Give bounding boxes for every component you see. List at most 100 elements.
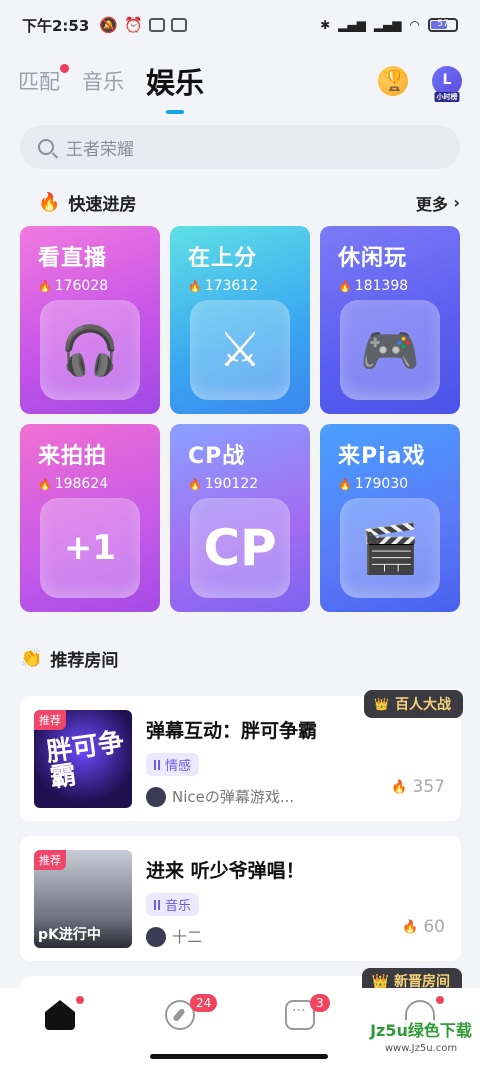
room-card-count-value: 179030 xyxy=(354,476,409,492)
search-input[interactable]: 王者荣耀 xyxy=(20,125,460,169)
plus-one-icon: +1 xyxy=(40,498,140,598)
tab-music[interactable]: 音乐 xyxy=(82,66,124,96)
room-thumbnail-text: pK进行中 xyxy=(38,927,101,943)
headphones-icon: 🎧 xyxy=(40,300,140,400)
room-card-count: 🔥 198624 xyxy=(38,476,142,492)
tab-match-label: 匹配 xyxy=(18,70,60,94)
watermark-line-1: Jz5u绿色下载 xyxy=(370,1021,472,1040)
fire-icon: 🔥 xyxy=(38,192,61,213)
flame-icon: 🔥 xyxy=(402,919,419,935)
room-thumbnail-text: 胖可争霸 xyxy=(44,727,126,794)
room-card-count: 🔥 176028 xyxy=(38,278,142,294)
flame-icon: 🔥 xyxy=(38,279,52,293)
recommend-header: 👏 推荐房间 xyxy=(20,646,442,671)
room-category-label: 情感 xyxy=(165,759,192,774)
room-ribbon-label: 百人大战 xyxy=(395,697,451,713)
room-card-casual[interactable]: 休闲玩 🔥 181398 🎮 xyxy=(320,226,460,414)
tab-entertainment-label: 娱乐 xyxy=(146,66,205,100)
room-owner-name: 十二 xyxy=(172,928,203,946)
room-card-count-value: 190122 xyxy=(204,476,259,492)
cp-icon: CP xyxy=(190,498,290,598)
room-info: 弹幕互动：胖可争霸 情感 Niceの弹幕游戏... 🔥 357 xyxy=(146,710,447,807)
hourly-rank-tag: 小时榜 xyxy=(434,92,460,102)
avatar xyxy=(146,926,166,947)
recommend-room-2[interactable]: 推荐 pK进行中 进来 听少爷弹唱！ 音乐 十二 🔥 60 xyxy=(20,836,461,961)
room-category: 情感 xyxy=(146,753,200,776)
room-card-count: 🔥 190122 xyxy=(188,476,292,492)
nav-home[interactable] xyxy=(0,988,120,1066)
room-owner-name: Niceの弹幕游戏... xyxy=(172,788,295,806)
status-notification-icons: 🔕 ⏰ xyxy=(99,16,187,34)
watermark: Jz5u绿色下载 www.Jz5u.com xyxy=(366,1020,476,1060)
room-card-title: CP战 xyxy=(188,444,246,469)
recommend-tag: 推荐 xyxy=(34,850,66,870)
search-placeholder: 王者荣耀 xyxy=(66,139,134,160)
room-card-pat[interactable]: 来拍拍 🔥 198624 +1 xyxy=(20,424,160,612)
room-card-title: 休闲玩 xyxy=(338,246,408,271)
home-dot xyxy=(76,996,84,1004)
recommend-room-1[interactable]: 胖可争霸 推荐 弹幕互动：胖可争霸 情感 Niceの弹幕游戏... 🔥 357 👑… xyxy=(20,690,463,821)
flame-icon: 🔥 xyxy=(188,477,202,491)
sound-icon xyxy=(154,759,160,770)
room-card-pia[interactable]: 来Pia戏 🔥 179030 🎬 xyxy=(320,424,460,612)
trophy-icon[interactable] xyxy=(378,66,408,96)
clap-icon: 👏 xyxy=(20,648,43,669)
clapperboard-icon: 🎬 xyxy=(340,498,440,598)
room-thumbnail: 推荐 pK进行中 xyxy=(34,850,132,948)
crossed-swords-icon: ⚔ xyxy=(190,300,290,400)
app-notify-icon-2 xyxy=(170,18,187,32)
room-category: 音乐 xyxy=(146,893,200,916)
room-name: 弹幕互动：胖可争霸 xyxy=(146,720,318,742)
app-notify-icon xyxy=(148,18,165,32)
room-heat: 🔥 357 xyxy=(391,777,445,797)
more-label: 更多 xyxy=(415,194,448,214)
room-card-count-value: 173612 xyxy=(204,278,259,294)
top-tabs: 匹配 音乐 娱乐 L 小时榜 xyxy=(18,56,462,106)
discover-badge: 24 xyxy=(190,994,218,1012)
recommend-tag: 推荐 xyxy=(34,710,66,730)
signal-icon: ▂▄▆ xyxy=(338,18,366,32)
hourly-rank-icon[interactable]: L 小时榜 xyxy=(432,66,462,102)
tab-music-label: 音乐 xyxy=(82,70,124,94)
room-card-title: 来Pia戏 xyxy=(338,444,426,469)
room-card-count-value: 181398 xyxy=(354,278,409,294)
chevron-right-icon: › xyxy=(453,193,460,212)
flame-icon: 🔥 xyxy=(338,279,352,293)
room-ribbon: 👑 百人大战 xyxy=(364,690,463,718)
room-card-title: 来拍拍 xyxy=(38,444,108,469)
watermark-line-2: www.Jz5u.com xyxy=(384,1043,458,1054)
room-card-cp[interactable]: CP战 🔥 190122 CP xyxy=(170,424,310,612)
home-indicator xyxy=(150,1054,328,1059)
room-card-title: 在上分 xyxy=(188,246,258,271)
recommend-title: 推荐房间 xyxy=(50,651,119,671)
quick-join-title: 快速进房 xyxy=(68,195,137,215)
flame-icon: 🔥 xyxy=(188,279,202,293)
signal-icon-2: ▂▄▆ xyxy=(373,18,402,32)
room-card-live[interactable]: 看直播 🔥 176028 🎧 xyxy=(20,226,160,414)
crown-icon: 👑 xyxy=(374,697,389,711)
room-card-count: 🔥 173612 xyxy=(188,278,292,294)
quick-join-header: 🔥 快速进房 更多 › xyxy=(38,190,460,215)
room-heat-value: 357 xyxy=(412,777,445,797)
mute-icon: 🔕 xyxy=(99,16,118,34)
header-actions: L 小时榜 xyxy=(378,66,462,102)
room-name: 进来 听少爷弹唱！ xyxy=(146,860,305,882)
room-heat: 🔥 60 xyxy=(402,917,445,937)
room-card-count-value: 198624 xyxy=(54,476,109,492)
flame-icon: 🔥 xyxy=(38,477,52,491)
quick-room-grid: 看直播 🔥 176028 🎧 在上分 🔥 173612 ⚔ 休闲玩 🔥 181398 … xyxy=(20,226,461,612)
room-thumbnail: 胖可争霸 推荐 xyxy=(34,710,132,808)
bluetooth-icon: ✱ xyxy=(320,18,331,32)
battery-icon: 57 xyxy=(428,18,458,32)
status-bar: 下午2:53 🔕 ⏰ ✱ ▂▄▆ ▂▄▆ ◠ 57 xyxy=(0,0,480,50)
room-info: 进来 听少爷弹唱！ 音乐 十二 🔥 60 xyxy=(146,850,447,947)
tab-entertainment[interactable]: 娱乐 xyxy=(146,60,204,102)
battery-level: 57 xyxy=(437,19,449,29)
room-card-rank[interactable]: 在上分 🔥 173612 ⚔ xyxy=(170,226,310,414)
gamepad-icon: 🎮 xyxy=(340,300,440,400)
room-card-title: 看直播 xyxy=(38,246,108,271)
alarm-icon: ⏰ xyxy=(124,16,143,34)
room-heat-value: 60 xyxy=(423,917,445,937)
tab-match[interactable]: 匹配 xyxy=(18,64,69,96)
more-button[interactable]: 更多 › xyxy=(416,191,460,215)
